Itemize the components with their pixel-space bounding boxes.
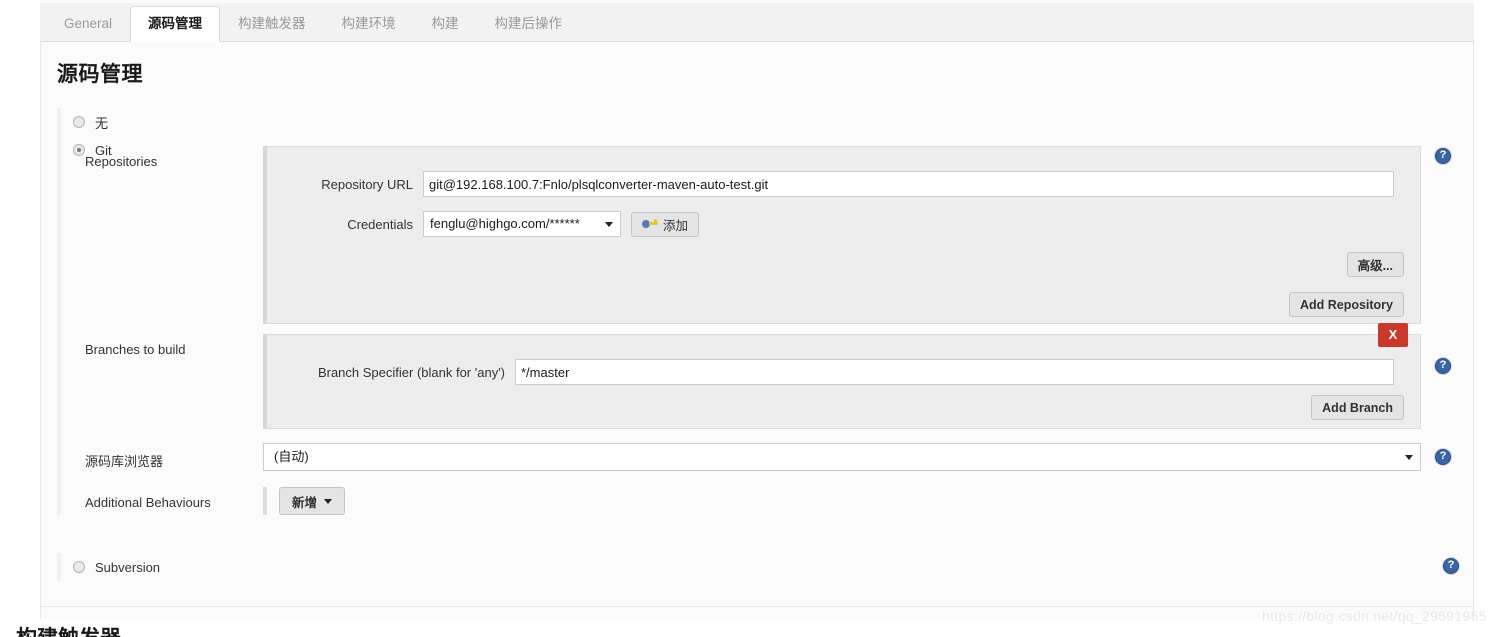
- key-icon: [642, 218, 658, 230]
- scm-option-subversion[interactable]: Subversion: [57, 553, 1459, 581]
- radio-none[interactable]: [73, 116, 85, 128]
- branch-specifier-input[interactable]: [515, 359, 1394, 385]
- tab-bar-top-strip: [40, 0, 1474, 3]
- add-repository-button[interactable]: Add Repository: [1288, 292, 1404, 317]
- tab-build[interactable]: 构建: [414, 6, 477, 42]
- field-repositories: Repositories Repository URL Credentials …: [73, 146, 1457, 324]
- scm-option-subversion-block: Subversion: [57, 553, 1459, 581]
- section-divider: [41, 606, 1473, 607]
- repository-url-row: Repository URL: [267, 169, 1420, 199]
- config-panel: 源码管理 无 Git Repositories Repository URL g…: [40, 42, 1474, 619]
- config-tab-bar: General 源码管理 构建触发器 构建环境 构建 构建后操作: [40, 0, 1474, 43]
- add-behaviour-label: 新增: [292, 495, 318, 510]
- add-branch-button[interactable]: Add Branch: [1311, 395, 1404, 420]
- scm-option-none-label: 无: [95, 115, 109, 131]
- help-icon-repositories[interactable]: [1435, 148, 1451, 164]
- tab-list: General 源码管理 构建触发器 构建环境 构建 构建后操作: [46, 6, 581, 43]
- credentials-selected-value: fenglu@highgo.com/******: [430, 216, 580, 231]
- repository-url-label: Repository URL: [321, 176, 413, 192]
- repository-browser-select[interactable]: (自动): [263, 443, 1421, 471]
- delete-branch-button[interactable]: X: [1378, 323, 1408, 347]
- tab-post-build-actions[interactable]: 构建后操作: [477, 6, 581, 42]
- repository-browser-label: 源码库浏览器: [85, 454, 164, 469]
- scm-option-subversion-label: Subversion: [95, 559, 161, 575]
- help-icon-subversion[interactable]: [1443, 558, 1459, 574]
- next-section-title: 构建触发器: [16, 622, 121, 637]
- scm-option-none[interactable]: 无: [57, 108, 1457, 136]
- watermark: https://blog.csdn.net/qq_29591955: [1262, 608, 1487, 624]
- chevron-down-icon-behaviour: [324, 498, 333, 504]
- credentials-select[interactable]: fenglu@highgo.com/******: [423, 211, 621, 237]
- repository-advanced-button[interactable]: 高级...: [1346, 252, 1404, 277]
- radio-subversion[interactable]: [73, 561, 85, 573]
- branches-to-build-label: Branches to build: [85, 342, 186, 357]
- page-title: 源码管理: [57, 63, 143, 86]
- field-repository-browser: 源码库浏览器 (自动): [73, 443, 1457, 471]
- branches-subpanel: Branch Specifier (blank for 'any') Add B…: [263, 334, 1421, 429]
- tab-build-environment[interactable]: 构建环境: [324, 6, 414, 42]
- chevron-down-icon-browser: [1405, 455, 1413, 460]
- branch-specifier-row: Branch Specifier (blank for 'any'): [267, 357, 1420, 387]
- branch-specifier-label: Branch Specifier (blank for 'any'): [317, 364, 505, 380]
- add-credentials-button[interactable]: 添加: [631, 211, 700, 237]
- repository-browser-selected-value: (自动): [274, 449, 309, 464]
- jenkins-job-config-page: General 源码管理 构建触发器 构建环境 构建 构建后操作 源码管理 无 …: [0, 0, 1509, 637]
- field-branches-to-build: Branches to build Branch Specifier (blan…: [73, 323, 1457, 429]
- tab-general[interactable]: General: [46, 6, 130, 42]
- help-icon-repository-browser[interactable]: [1435, 449, 1451, 465]
- chevron-down-icon: [605, 222, 613, 227]
- git-config-body: Repositories Repository URL Credentials …: [57, 146, 1457, 515]
- credentials-row: Credentials fenglu@highgo.com/****** 添加: [267, 209, 1420, 239]
- additional-behaviours-label: Additional Behaviours: [85, 495, 211, 510]
- credentials-label: Credentials: [347, 216, 413, 232]
- tab-source-code-management[interactable]: 源码管理: [130, 6, 221, 43]
- field-additional-behaviours: Additional Behaviours 新增: [73, 487, 1457, 515]
- repositories-label: Repositories: [85, 154, 158, 169]
- add-behaviour-button[interactable]: 新增: [279, 487, 346, 515]
- repository-subpanel: Repository URL Credentials fenglu@highgo…: [263, 146, 1421, 324]
- add-credentials-label: 添加: [663, 218, 689, 233]
- help-icon-branches[interactable]: [1435, 358, 1451, 374]
- repository-url-input[interactable]: [423, 171, 1394, 197]
- tab-build-triggers[interactable]: 构建触发器: [220, 6, 324, 42]
